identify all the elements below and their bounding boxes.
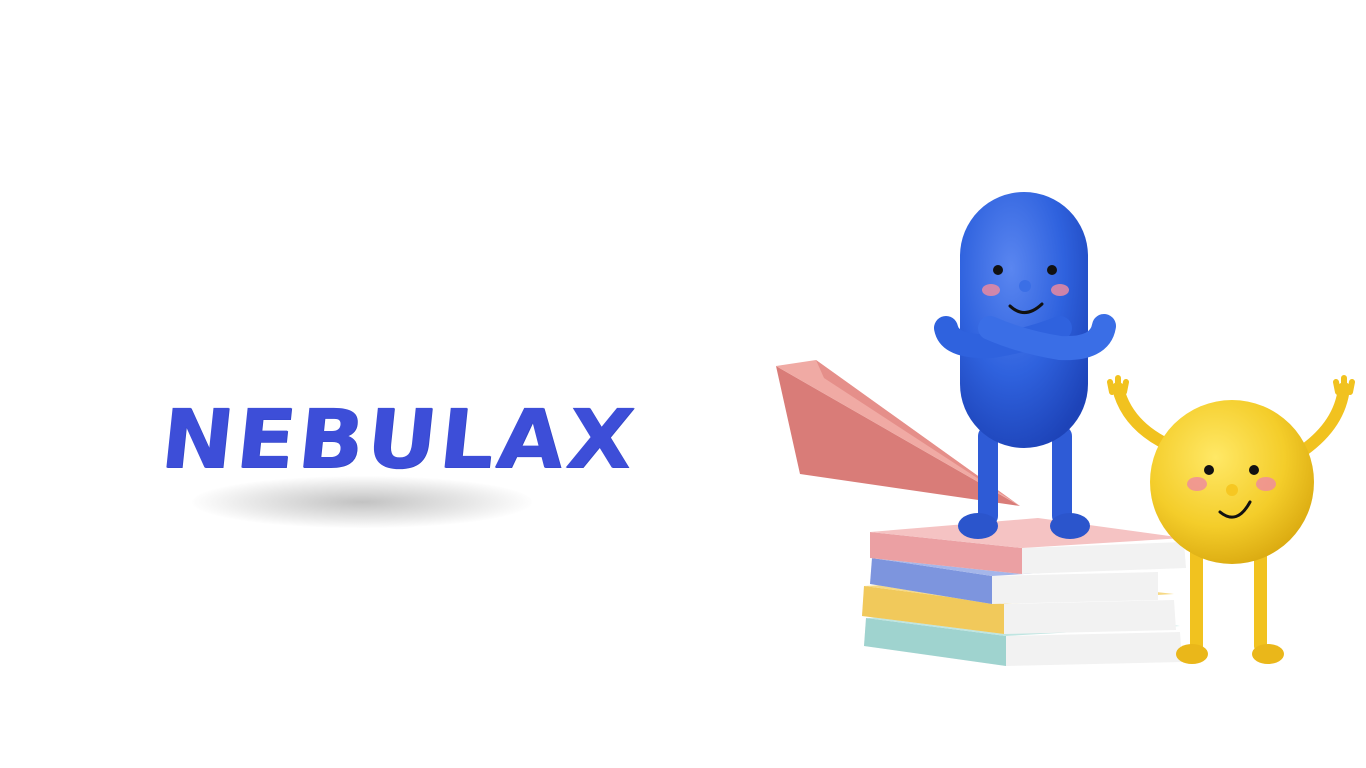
illustration-svg [776,192,1355,666]
page: NEBULAX [0,0,1366,768]
brand-logo: NEBULAX [156,392,641,536]
book-stack-icon [862,518,1186,666]
illustration [760,180,1360,680]
brand-title: NEBULAX [156,392,642,488]
